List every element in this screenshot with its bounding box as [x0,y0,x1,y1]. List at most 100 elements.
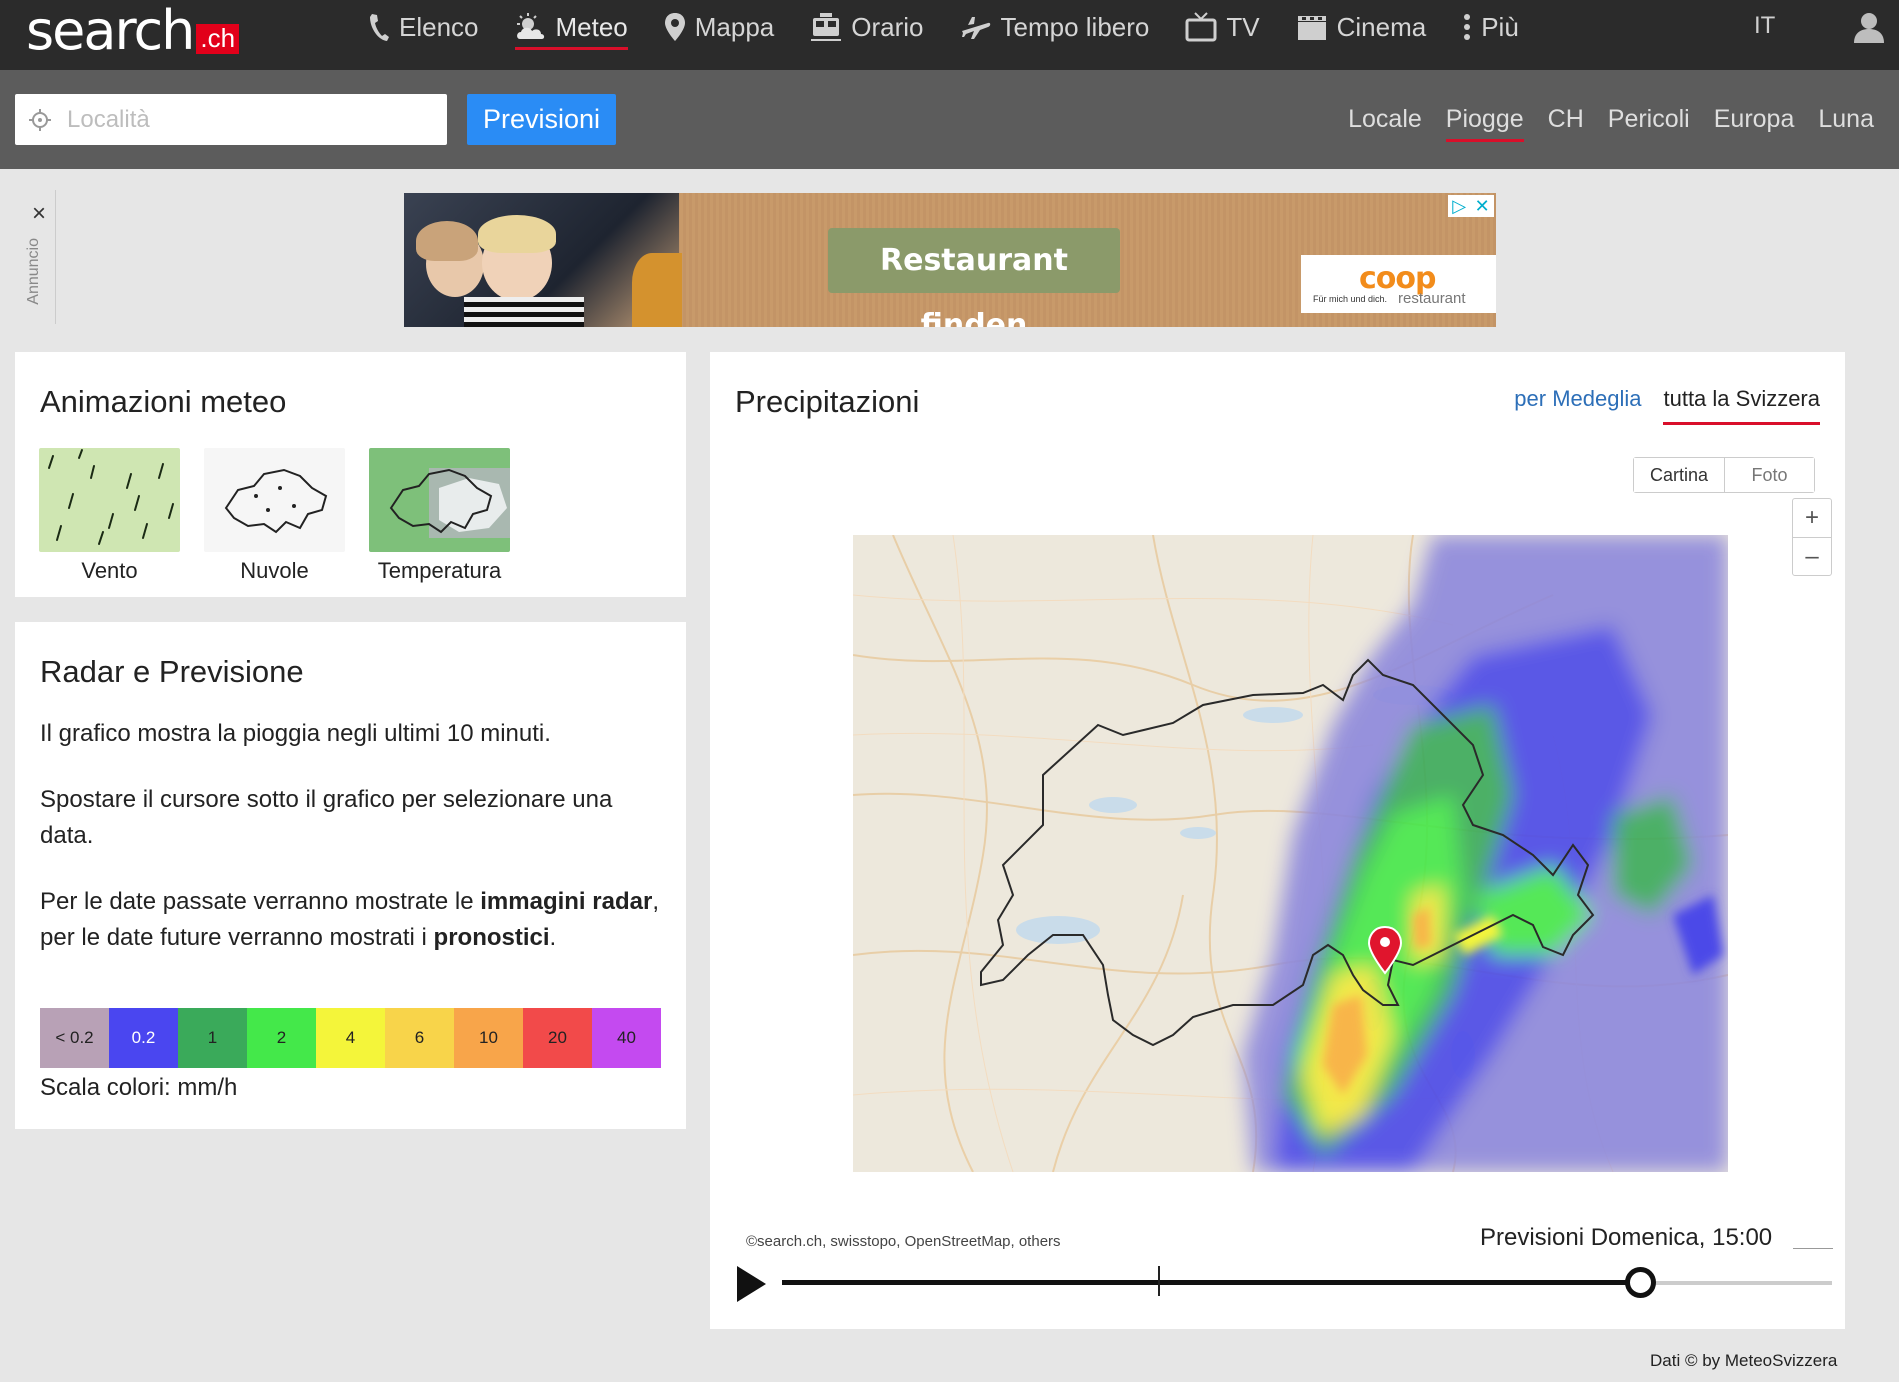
temperature-thumbnail [369,448,510,552]
forecast-time-label: Previsioni Domenica, 15:00 [1480,1224,1773,1251]
map-attribution: ©search.ch, swisstopo, OpenStreetMap, ot… [746,1233,1061,1250]
zoom-controls: + – [1792,498,1832,576]
legend-cell: 10 [454,1008,523,1068]
subnav-piogge[interactable]: Piogge [1445,105,1524,142]
animation-temperature[interactable]: Temperatura [369,448,510,584]
nav-label: Tempo libero [1000,11,1150,42]
radar-description-2: Spostare il cursore sotto il grafico per… [40,786,613,849]
language-selector[interactable]: IT [1754,12,1775,40]
mode-foto-button[interactable]: Foto [1724,458,1814,492]
precipitation-title: Precipitazioni [735,384,920,419]
location-search [15,94,447,145]
coop-logo: coop Für mich und dich. restaurant [1301,255,1496,313]
precipitation-card: Precipitazioni per Medeglia tutta la Svi… [710,352,1845,1329]
legend-cell: 4 [316,1008,385,1068]
adchoices-icon[interactable]: ▷ ✕ [1448,195,1494,217]
forecast-button[interactable]: Previsioni [467,94,616,145]
ad-banner[interactable]: Restaurant finden coop Für mich und dich… [404,193,1496,327]
timeline-remaining [1639,1281,1832,1285]
nav-label: TV [1226,11,1260,42]
timeline-now-marker [1157,1266,1160,1296]
tab-per-medeglia[interactable]: per Medeglia [1514,386,1641,425]
subnav-europa[interactable]: Europa [1714,105,1795,134]
timeline-handle[interactable] [1624,1267,1656,1298]
map-mode-toggle: Cartina Foto [1633,457,1815,493]
data-credit: Dati © by MeteoSvizzera [1650,1351,1838,1370]
radar-forecast-card: Radar e Previsione Il grafico mostra la … [15,622,686,1129]
train-icon [811,13,842,41]
weather-icon [516,13,544,39]
search-bar: Previsioni Locale Piogge CH Pericoli Eur… [0,70,1899,169]
subnav-locale[interactable]: Locale [1348,105,1422,134]
precipitation-map[interactable] [852,534,1729,1173]
legend-cell: 1 [178,1008,247,1068]
ad-label: Annuncio [25,238,42,305]
play-icon[interactable] [734,1264,768,1309]
subnav-luna[interactable]: Luna [1818,105,1874,134]
film-icon [1297,16,1326,40]
legend-cell: 6 [385,1008,454,1068]
ad-cta-button[interactable]: Restaurant finden [828,228,1120,327]
precipitation-color-scale: < 0.2 0.2 1 2 4 6 10 20 40 [40,1008,661,1068]
nav-item-orario[interactable]: Orario [810,0,924,54]
nav-item-elenco[interactable]: Elenco [368,0,479,54]
tab-tutta-la-svizzera[interactable]: tutta la Svizzera [1663,386,1820,425]
location-input[interactable] [65,104,425,135]
coop-tagline: Für mich und dich. [1313,294,1388,304]
animation-label: Vento [81,558,138,583]
ad-photo [404,193,682,327]
ad-divider [55,190,56,324]
forecast-dash [1793,1248,1833,1249]
logo-suffix: .ch [196,24,240,54]
ad-close-button[interactable]: × [32,200,46,228]
clouds-thumbnail [204,448,345,552]
animation-wind[interactable]: Vento [39,448,180,584]
weather-animations-card: Animazioni meteo Vento Nuvole Temperatur… [15,352,686,597]
more-vertical-icon [1464,14,1471,40]
region-tabs: per Medeglia tutta la Svizzera [1492,386,1820,425]
top-navigation: search .ch Elenco Meteo Mappa Orario Tem… [0,0,1899,70]
legend-caption: Scala colori: mm/h [40,1074,238,1101]
timeline-played [782,1280,1640,1285]
tv-icon [1185,12,1217,42]
zoom-in-button[interactable]: + [1793,499,1831,537]
legend-cell: 0.2 [109,1008,178,1068]
site-logo[interactable]: search .ch [26,0,240,62]
mode-cartina-button[interactable]: Cartina [1634,458,1724,492]
zoom-out-button[interactable]: – [1793,537,1831,575]
user-icon[interactable] [1852,10,1886,49]
radar-description-1: Il grafico mostra la pioggia negli ultim… [40,720,551,747]
legend-cell: < 0.2 [40,1008,109,1068]
nav-item-piu[interactable]: Più [1462,0,1519,54]
legend-cell: 20 [523,1008,592,1068]
subnav-pericoli[interactable]: Pericoli [1608,105,1690,134]
nav-label: Meteo [555,11,628,42]
locate-icon[interactable] [29,108,51,131]
legend-cell: 40 [592,1008,661,1068]
nav-item-meteo[interactable]: Meteo [514,0,629,54]
animation-label: Temperatura [377,558,502,583]
nav-label: Mappa [694,11,775,42]
animation-clouds[interactable]: Nuvole [204,448,345,584]
coop-sub: restaurant [1398,290,1466,307]
logo-text: search [26,0,195,62]
legend-cell: 2 [247,1008,316,1068]
nav-label: Elenco [399,11,479,42]
nav-label: Più [1481,11,1519,42]
wind-thumbnail [39,448,180,552]
nav-label: Orario [851,11,924,42]
nav-item-tv[interactable]: TV [1185,0,1260,54]
map-pin-icon [664,13,685,41]
nav-item-cinema[interactable]: Cinema [1296,0,1426,54]
main-menu: Elenco Meteo Mappa Orario Tempo libero T… [368,0,1555,54]
phone-icon [370,14,389,41]
plane-icon [961,17,990,39]
subnav-ch[interactable]: CH [1548,105,1584,134]
nav-item-tempo-libero[interactable]: Tempo libero [960,0,1150,54]
nav-item-mappa[interactable]: Mappa [664,0,775,54]
animations-title: Animazioni meteo [40,384,287,419]
timeline-slider[interactable] [782,1266,1832,1298]
radar-title: Radar e Previsione [40,654,304,689]
weather-subnav: Locale Piogge CH Pericoli Europa Luna [1324,94,1874,145]
animation-label: Nuvole [240,558,309,583]
